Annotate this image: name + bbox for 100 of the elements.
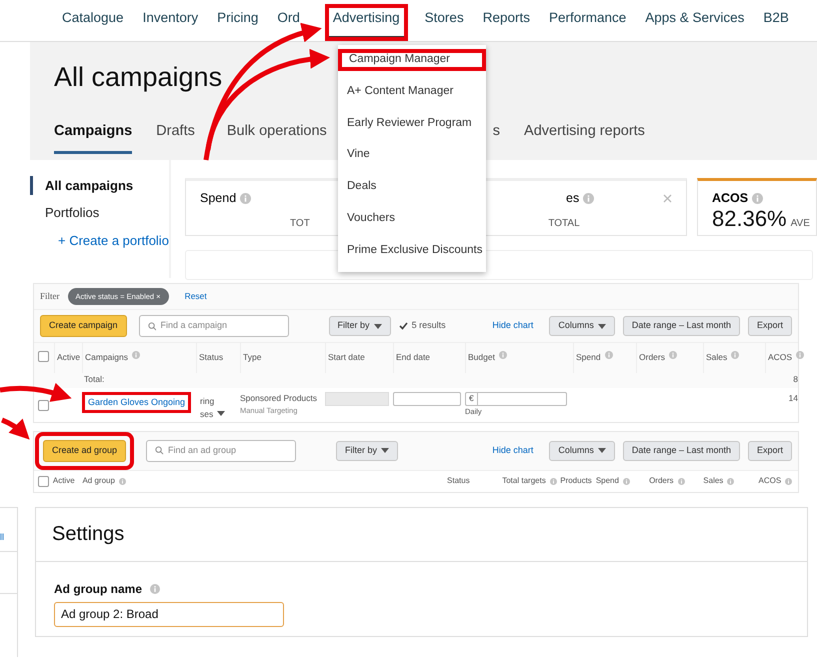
info-icon: [118, 478, 126, 485]
caret-icon: [381, 448, 390, 454]
column-header: Spend: [576, 351, 601, 364]
budget-field[interactable]: €: [465, 392, 567, 406]
column-header: Orders: [649, 475, 674, 488]
currency-label: €: [466, 392, 478, 406]
sidebar-item[interactable]: Portfolios: [30, 203, 169, 223]
field-label: Ad group name: [54, 580, 142, 598]
menu-item[interactable]: A+ Content Manager: [339, 82, 485, 102]
info-icon: [583, 192, 594, 204]
column-header: Orders: [639, 351, 665, 364]
column-header: Start date: [328, 351, 365, 364]
card-value: 82.36%: [712, 208, 787, 230]
column-header: Status: [199, 351, 224, 364]
nav-item[interactable]: Reports: [482, 8, 530, 41]
column-header: End date: [396, 351, 430, 364]
column-header: Products: [560, 475, 592, 488]
tab[interactable]: Advertising reports: [524, 121, 645, 154]
column-header: Sales: [703, 475, 724, 488]
table-cell-text: 8: [792, 373, 799, 386]
column-header: Type: [243, 351, 262, 364]
info-icon: [668, 351, 677, 359]
annotation-arrow: [1, 418, 30, 440]
status-text: ses: [200, 408, 214, 420]
column-header: Active: [57, 351, 80, 364]
status-text: ring: [200, 394, 216, 408]
info-icon: [731, 351, 740, 359]
column-header: ACOS: [758, 475, 782, 488]
column-header: Sales: [706, 351, 728, 364]
ad-group-name-field[interactable]: Ad group 2: Broad: [54, 602, 284, 627]
menu-item[interactable]: Early Reviewer Program: [339, 113, 485, 134]
campaign-type: Sponsored Products: [240, 392, 318, 404]
column-header: Total targets: [502, 475, 546, 488]
metric-card[interactable]: ACOS 82.36% AVE: [697, 178, 817, 236]
caret-icon: [374, 324, 382, 328]
end-date-field[interactable]: [393, 392, 461, 406]
hide-chart-link[interactable]: Hide chart: [492, 444, 534, 458]
tab[interactable]: s: [492, 121, 500, 154]
create-portfolio-link[interactable]: + Create a portfolio: [30, 230, 169, 250]
info-icon: [132, 351, 140, 359]
search-field[interactable]: Find an ad group: [146, 440, 296, 462]
nav-item[interactable]: Advertising: [326, 6, 406, 39]
nav-item[interactable]: Pricing: [217, 8, 258, 41]
column-header: Campaigns: [85, 351, 128, 364]
filter-button[interactable]: Filter by: [336, 440, 398, 461]
export-button[interactable]: Export: [748, 440, 792, 461]
date-range-button[interactable]: Date range – Last month: [622, 440, 740, 461]
annotation-arrow: [0, 382, 72, 402]
column-header: Active: [52, 475, 75, 488]
columns-button[interactable]: Columns: [549, 316, 615, 336]
menu-item[interactable]: Campaign Manager: [339, 50, 485, 70]
create-button[interactable]: Create ad group: [43, 440, 126, 462]
checkbox[interactable]: [38, 351, 49, 362]
campaign-link[interactable]: Garden Gloves Ongoing: [82, 392, 192, 414]
checkbox[interactable]: [38, 400, 49, 411]
search-icon: [148, 322, 156, 330]
reset-link[interactable]: Reset: [184, 290, 207, 303]
card-title: ACOS: [712, 190, 748, 207]
page-title: All campaigns: [54, 64, 222, 91]
checkbox[interactable]: [38, 476, 49, 487]
search-input[interactable]: Find a campaign: [160, 319, 280, 333]
card-label: TOTAL: [548, 216, 580, 231]
start-date-field[interactable]: [325, 392, 389, 406]
card-title: Spend: [200, 190, 236, 207]
nav-item[interactable]: Catalogue: [62, 8, 124, 41]
menu-item[interactable]: Prime Exclusive Discounts: [339, 240, 485, 260]
nav-item[interactable]: Performance: [548, 8, 626, 41]
nav-item[interactable]: Apps & Services: [645, 8, 744, 41]
nav-item[interactable]: B2B: [763, 8, 789, 41]
caret-icon: [598, 324, 606, 328]
info-icon: [240, 192, 252, 204]
filter-button[interactable]: Filter by: [328, 316, 391, 336]
info-icon: [622, 478, 630, 485]
info-icon: [727, 478, 734, 485]
hide-chart-link[interactable]: Hide chart: [492, 319, 534, 333]
nav-item[interactable]: Ord: [277, 8, 300, 41]
checkmark-icon: [398, 322, 408, 330]
search-input[interactable]: Find an ad group: [168, 444, 288, 458]
info-icon: [550, 478, 557, 485]
date-range-button[interactable]: Date range – Last month: [622, 316, 740, 336]
tab[interactable]: Campaigns: [54, 121, 132, 154]
column-header: Ad group: [82, 475, 115, 488]
column-header: Status: [447, 475, 470, 488]
column-header: Budget: [468, 351, 495, 364]
create-button[interactable]: Create campaign: [40, 315, 127, 337]
info-icon: [498, 351, 507, 359]
menu-item[interactable]: Vine: [339, 145, 485, 165]
close-icon[interactable]: [663, 194, 672, 203]
tab[interactable]: Bulk operations: [226, 121, 327, 154]
side-link[interactable]: ll: [0, 531, 4, 545]
card-title: es: [566, 190, 580, 207]
search-field[interactable]: Find a campaign: [138, 315, 289, 337]
search-icon: [155, 446, 164, 456]
export-button[interactable]: Export: [748, 316, 792, 336]
nav-item[interactable]: Stores: [424, 8, 464, 41]
columns-button[interactable]: Columns: [549, 440, 615, 461]
tab[interactable]: Drafts: [156, 121, 195, 154]
results-count: 5 results: [412, 319, 446, 332]
nav-item[interactable]: Inventory: [142, 8, 198, 41]
column-header: ACOS: [768, 351, 792, 364]
